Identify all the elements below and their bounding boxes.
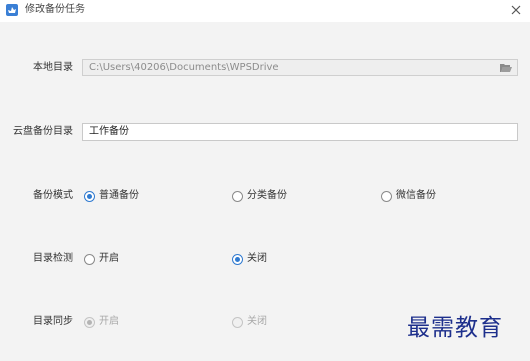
- local-dir-field[interactable]: C:\Users\40206\Documents\WPSDrive: [82, 59, 518, 76]
- backup-mode-category-radio[interactable]: 分类备份: [232, 189, 287, 203]
- cloud-dir-label: 云盘备份目录: [13, 126, 73, 137]
- radio-unchecked-icon: [381, 190, 392, 202]
- radio-label: 微信备份: [396, 190, 436, 201]
- watermark-logo: 最需教育: [407, 315, 503, 341]
- radio-unchecked-icon: [232, 190, 243, 202]
- backup-mode-wechat-radio[interactable]: 微信备份: [381, 189, 436, 203]
- radio-checked-icon: [232, 253, 243, 265]
- radio-label: 关闭: [247, 253, 267, 264]
- dir-detect-on-radio[interactable]: 开启: [84, 252, 119, 266]
- dir-detect-off-radio[interactable]: 关闭: [232, 252, 267, 266]
- dir-sync-on-radio[interactable]: 开启: [84, 315, 119, 329]
- local-dir-label: 本地目录: [33, 62, 73, 73]
- cloud-dir-value: 工作备份: [89, 126, 129, 137]
- dir-sync-off-radio[interactable]: 关闭: [232, 315, 267, 329]
- radio-checked-icon: [84, 190, 95, 202]
- radio-checked-icon: [84, 316, 95, 328]
- radio-unchecked-icon: [232, 316, 243, 328]
- backup-mode-normal-radio[interactable]: 普通备份: [84, 189, 139, 203]
- radio-unchecked-icon: [84, 253, 95, 265]
- browse-folder-button[interactable]: [499, 62, 513, 74]
- radio-label: 关闭: [247, 316, 267, 327]
- dir-sync-label: 目录同步: [33, 316, 73, 327]
- close-button[interactable]: [508, 2, 524, 18]
- wps-cloud-icon: [6, 4, 18, 16]
- cloud-dir-input[interactable]: 工作备份: [82, 123, 518, 141]
- backup-mode-label: 备份模式: [33, 190, 73, 201]
- close-icon: [511, 5, 521, 15]
- dir-detect-label: 目录检测: [33, 253, 73, 264]
- title-bar: 修改备份任务: [0, 0, 530, 22]
- folder-open-icon: [500, 64, 512, 72]
- local-dir-path: C:\Users\40206\Documents\WPSDrive: [89, 62, 279, 73]
- radio-label: 开启: [99, 316, 119, 327]
- radio-label: 开启: [99, 253, 119, 264]
- radio-label: 普通备份: [99, 190, 139, 201]
- radio-label: 分类备份: [247, 190, 287, 201]
- window-title: 修改备份任务: [25, 4, 85, 15]
